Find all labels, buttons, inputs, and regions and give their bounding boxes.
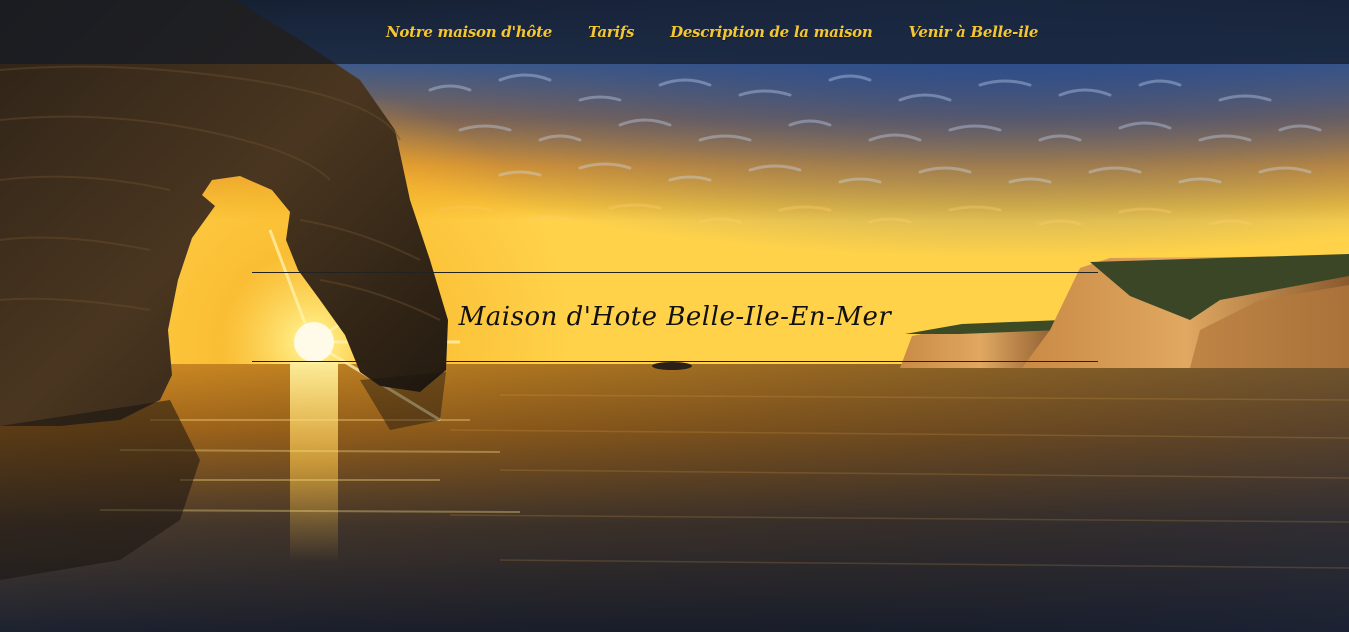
main-navigation: Notre maison d'hôte Tarifs Description d…	[0, 0, 1349, 64]
nav-link-venir[interactable]: Venir à Belle-ile	[908, 23, 1038, 41]
nav-item-venir: Venir à Belle-ile	[890, 23, 1056, 42]
nav-item-tarifs: Tarifs	[570, 23, 652, 42]
page: Notre maison d'hôte Tarifs Description d…	[0, 0, 1349, 632]
nav-link-tarifs[interactable]: Tarifs	[588, 23, 634, 41]
nav-link-maison-hote[interactable]: Notre maison d'hôte	[386, 23, 552, 41]
site-title: Maison d'Hote Belle-Ile-En-Mer	[458, 302, 892, 332]
nav-menu: Notre maison d'hôte Tarifs Description d…	[368, 0, 1056, 64]
hero-title-band: Maison d'Hote Belle-Ile-En-Mer	[252, 272, 1098, 362]
nav-item-maison-hote: Notre maison d'hôte	[368, 23, 570, 42]
nav-link-description[interactable]: Description de la maison	[670, 23, 873, 41]
nav-item-description: Description de la maison	[652, 23, 890, 42]
